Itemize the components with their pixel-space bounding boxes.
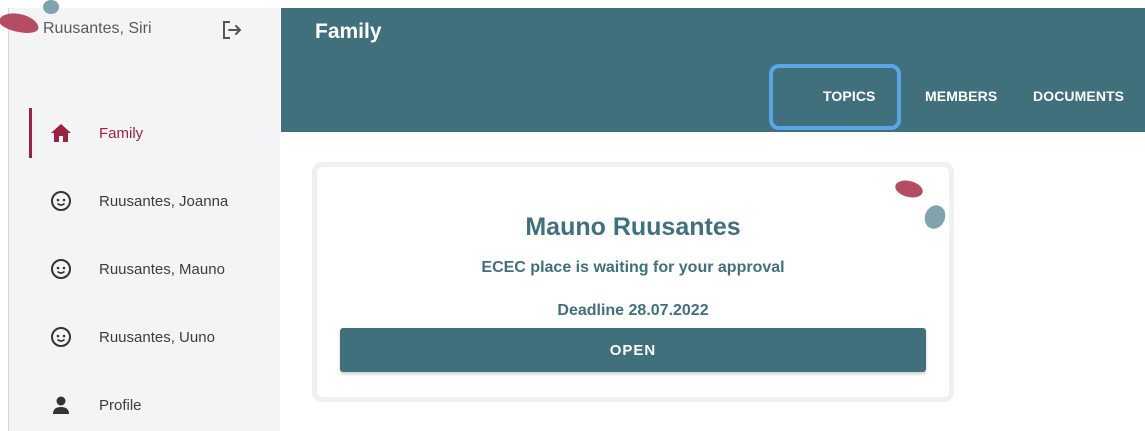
card-deadline: Deadline 28.07.2022 — [557, 302, 709, 319]
sidebar-item-ruusantes-uuno[interactable]: Ruusantes, Uuno — [9, 312, 281, 362]
child-face-icon — [49, 257, 73, 281]
sidebar-item-label: Ruusantes, Mauno — [99, 260, 225, 278]
sidebar-item-label: Family — [99, 124, 144, 142]
sidebar-item-ruusantes-mauno[interactable]: Ruusantes, Mauno — [9, 244, 281, 294]
open-button[interactable]: OPEN — [340, 328, 926, 372]
page-title: Family — [315, 20, 382, 43]
child-face-icon — [49, 189, 73, 213]
decorative-red-blob — [0, 10, 41, 36]
topic-card: Mauno Ruusantes ECEC place is waiting fo… — [312, 162, 954, 402]
sidebar-item-family[interactable]: Family — [9, 108, 281, 158]
logout-icon[interactable] — [221, 20, 243, 40]
page-header: Family TOPICS MEMBERS DOCUMENTS — [281, 8, 1145, 132]
decorative-red-blob — [893, 177, 925, 201]
sidebar-item-label: Profile — [99, 396, 142, 414]
card-child-name: Mauno Ruusantes — [525, 213, 741, 241]
tab-topics[interactable]: TOPICS — [823, 88, 875, 104]
child-face-icon — [49, 325, 73, 349]
sidebar: Ruusantes, Siri Family Ruusantes, Joanna — [0, 0, 281, 431]
tab-members[interactable]: MEMBERS — [925, 88, 997, 104]
tab-documents[interactable]: DOCUMENTS — [1033, 88, 1124, 104]
sidebar-item-label: Ruusantes, Joanna — [99, 192, 229, 210]
window-top-edge — [0, 0, 1145, 6]
decorative-blue-blob — [43, 0, 59, 14]
home-icon — [49, 121, 73, 145]
sidebar-item-label: Ruusantes, Uuno — [99, 328, 215, 346]
sidebar-item-ruusantes-joanna[interactable]: Ruusantes, Joanna — [9, 176, 281, 226]
person-icon — [49, 393, 73, 417]
sidebar-item-profile[interactable]: Profile — [9, 380, 281, 430]
current-user-name: Ruusantes, Siri — [43, 20, 152, 37]
card-status-text: ECEC place is waiting for your approval — [481, 259, 785, 276]
